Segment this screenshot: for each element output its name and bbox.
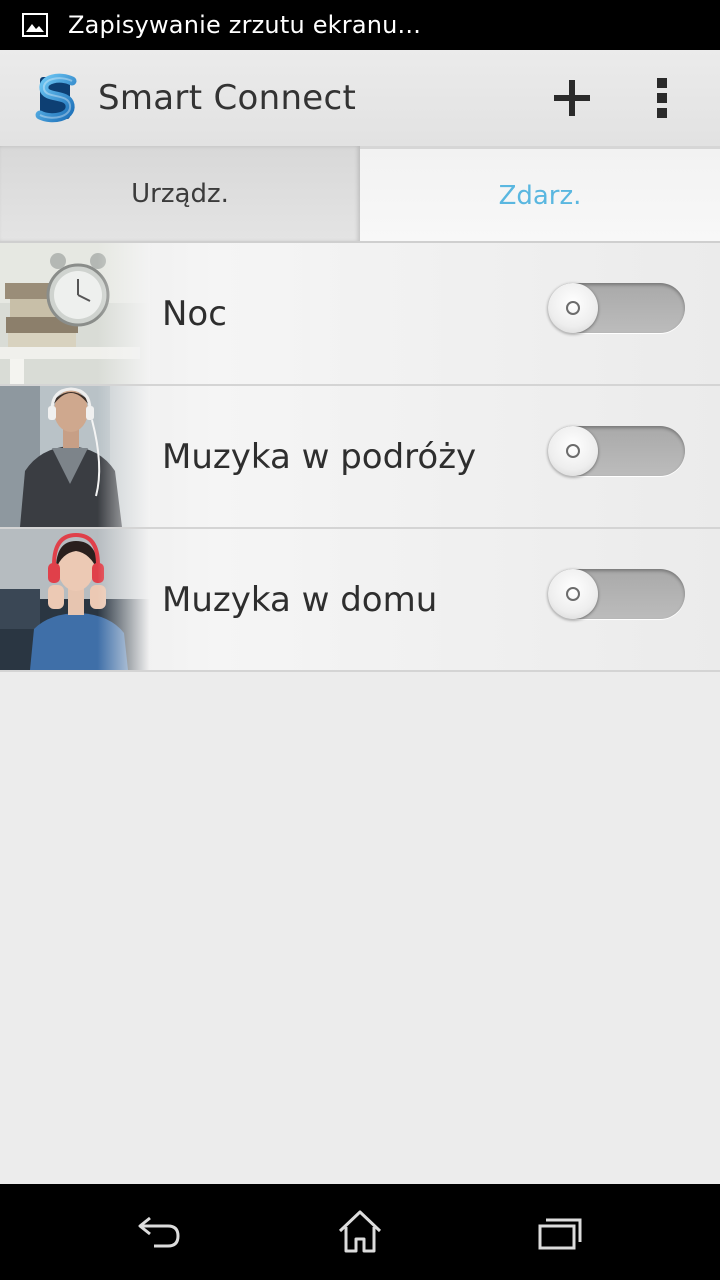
recent-apps-button[interactable] [520,1198,600,1266]
woman-with-headphones-thumbnail [0,529,150,670]
event-toggle-switch[interactable] [548,426,685,476]
status-bar: Zapisywanie zrzutu ekranu... [0,0,720,50]
home-icon [338,1210,382,1253]
tab-bar: Urządz. Zdarz. [0,146,720,242]
event-label: Muzyka w podróży [162,436,477,477]
back-button[interactable] [120,1198,200,1266]
image-icon [22,13,48,37]
overflow-menu-icon [657,78,667,118]
toggle-off-icon [566,587,580,601]
tab-devices[interactable]: Urządz. [0,146,360,242]
add-button[interactable] [532,58,612,138]
alarm-clock-thumbnail [0,243,150,384]
toggle-knob [548,426,598,476]
smart-connect-logo-icon [30,71,84,125]
recent-apps-icon [538,1218,582,1250]
list-item-muzyka-w-podrozy[interactable]: Muzyka w podróży [0,386,720,529]
toggle-knob [548,569,598,619]
man-with-headphones-thumbnail [0,386,150,527]
toggle-off-icon [566,301,580,315]
home-button[interactable] [320,1198,400,1266]
overflow-menu-button[interactable] [642,58,682,138]
plus-icon [554,80,590,116]
navigation-bar [0,1184,720,1280]
back-icon [138,1216,180,1248]
event-toggle-switch[interactable] [548,569,685,619]
list-item-muzyka-w-domu[interactable]: Muzyka w domu [0,529,720,672]
toggle-off-icon [566,444,580,458]
action-bar: Smart Connect [0,50,720,146]
tab-events[interactable]: Zdarz. [360,146,720,242]
status-notification-text: Zapisywanie zrzutu ekranu... [68,11,422,39]
event-label: Muzyka w domu [162,579,438,620]
event-label: Noc [162,293,227,334]
event-toggle-switch[interactable] [548,283,685,333]
app-title: Smart Connect [98,78,357,118]
list-item-noc[interactable]: Noc [0,243,720,386]
toggle-knob [548,283,598,333]
event-list: Noc Muzyka w podróży Muzyka w domu [0,243,720,672]
